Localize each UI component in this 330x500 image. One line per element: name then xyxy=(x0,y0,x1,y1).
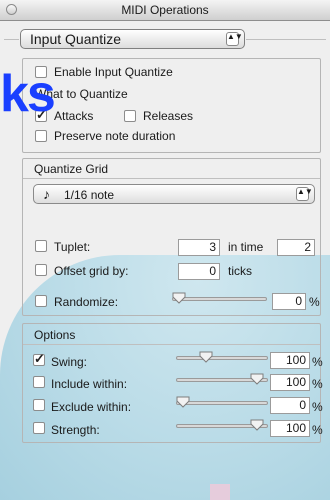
exclude-within-label: Exclude within: xyxy=(51,400,132,414)
grid-popup-arrows-icon: ▲▼ xyxy=(296,187,313,201)
ticks-label: ticks xyxy=(228,264,252,278)
strength-slider-thumb[interactable] xyxy=(250,419,264,431)
swing-field[interactable]: 100 xyxy=(270,352,310,369)
releases-label: Releases xyxy=(143,109,194,123)
swing-slider-thumb[interactable] xyxy=(199,351,213,363)
releases-checkbox[interactable] xyxy=(124,110,136,122)
include-within-slider-thumb[interactable] xyxy=(250,373,264,385)
include-within-label: Include within: xyxy=(51,377,128,391)
strength-unit: % xyxy=(312,423,323,437)
grid-popup-label: 1/16 note xyxy=(64,188,115,202)
attacks-label: Attacks xyxy=(54,109,94,123)
randomize-label: Randomize: xyxy=(54,295,119,309)
quantize-grid-divider xyxy=(23,178,320,179)
strength-label: Strength: xyxy=(51,423,100,437)
quantize-grid-title: Quantize Grid xyxy=(34,162,109,176)
offset-grid-checkbox[interactable] xyxy=(35,264,47,276)
window-title: MIDI Operations xyxy=(121,3,209,17)
tuplet-label: Tuplet: xyxy=(54,240,91,254)
popup-arrows-icon: ▲▼ xyxy=(226,32,243,46)
strength-field[interactable]: 100 xyxy=(270,420,310,437)
options-divider xyxy=(23,344,320,345)
in-time-field[interactable]: 2 xyxy=(277,239,315,256)
swing-slider[interactable] xyxy=(176,356,268,360)
randomize-unit: % xyxy=(309,295,320,309)
divider-right xyxy=(246,39,326,40)
tuplet-field[interactable]: 3 xyxy=(178,239,220,256)
options-title: Options xyxy=(34,328,76,342)
enable-input-quantize-label: Enable Input Quantize xyxy=(54,65,173,79)
swing-checkbox[interactable] xyxy=(33,351,45,367)
in-time-label: in time xyxy=(228,240,264,254)
include-within-unit: % xyxy=(312,377,323,391)
randomize-slider[interactable] xyxy=(172,297,267,301)
preserve-note-duration-label: Preserve note duration xyxy=(54,129,176,143)
divider-left xyxy=(4,39,19,40)
exclude-within-unit: % xyxy=(312,400,323,414)
decorative-mark xyxy=(210,484,230,500)
randomize-checkbox[interactable] xyxy=(35,295,47,307)
preserve-note-duration-checkbox[interactable] xyxy=(35,130,47,142)
swing-unit: % xyxy=(312,355,323,369)
operation-popup[interactable]: Input Quantize ▲▼ xyxy=(20,29,245,49)
include-within-checkbox[interactable] xyxy=(33,376,45,388)
exclude-within-checkbox[interactable] xyxy=(33,399,45,411)
strength-checkbox[interactable] xyxy=(33,422,45,434)
title-bar: MIDI Operations xyxy=(0,0,330,21)
grid-popup[interactable]: ♪ 1/16 note ▲▼ xyxy=(33,184,315,204)
swing-label: Swing: xyxy=(51,355,88,369)
randomize-field[interactable]: 0 xyxy=(272,293,306,310)
overlay-text: ks xyxy=(0,65,56,123)
note-icon: ♪ xyxy=(43,186,50,202)
offset-grid-field[interactable]: 0 xyxy=(178,263,220,280)
randomize-slider-thumb[interactable] xyxy=(172,292,186,304)
offset-grid-label: Offset grid by: xyxy=(54,264,129,278)
tuplet-checkbox[interactable] xyxy=(35,240,47,252)
include-within-field[interactable]: 100 xyxy=(270,374,310,391)
exclude-within-slider-thumb[interactable] xyxy=(176,396,190,408)
operation-popup-label: Input Quantize xyxy=(30,31,122,47)
exclude-within-field[interactable]: 0 xyxy=(270,397,310,414)
